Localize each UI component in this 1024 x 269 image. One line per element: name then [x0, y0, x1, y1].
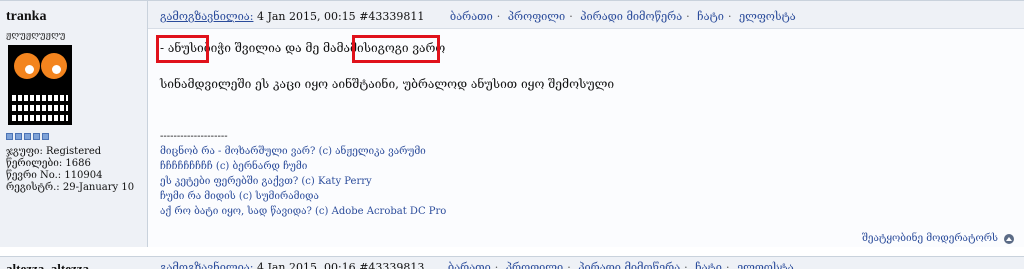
signature-divider: -------------------- — [160, 131, 228, 142]
post-header: გამოგზავნილია: 4 Jan 2015, 00:15 #433398… — [148, 1, 1024, 29]
rank-pip — [6, 133, 13, 140]
post-meta: გამოგზავნილია: 4 Jan 2015, 00:16 #433398… — [160, 261, 794, 269]
avatar-stripes — [8, 91, 72, 125]
user-posts: წერილები: 1686 — [6, 158, 91, 169]
user-group: ჯგუფი: Registered — [6, 146, 102, 157]
rank-pip — [33, 133, 40, 140]
forum-post: tranka ჟღუჟღუჟღუ ჯგუფი: Registered წერილ… — [0, 0, 1024, 247]
signature: -------------------- მიცნობ რა - მოხარშუ… — [160, 129, 446, 219]
link-card[interactable]: ბარათი — [450, 10, 493, 23]
report-moderator-link[interactable]: შეატყობინე მოდერატორს — [862, 233, 998, 244]
user-panel: tranka ჟღუჟღუჟღუ ჯგუფი: Registered წერილ… — [0, 1, 148, 247]
link-card[interactable]: ბარათი — [448, 261, 491, 269]
user-info: ჯგუფი: Registered წერილები: 1686 წევრი N… — [6, 146, 134, 194]
link-private-message[interactable]: პირადი მიმოწერა — [580, 10, 682, 23]
avatar — [8, 45, 72, 125]
highlight-box — [156, 35, 209, 63]
rank-pips — [6, 133, 49, 141]
user-title: ჟღუჟღუჟღუ — [6, 31, 66, 41]
link-email[interactable]: ელფოსტა — [739, 10, 796, 23]
scroll-top-icon[interactable] — [1004, 233, 1014, 244]
forum-post-next: altezza_altezza გამოგზავნილია: 4 Jan 201… — [0, 256, 1024, 269]
rank-pip — [42, 133, 49, 140]
link-chat[interactable]: ჩატი — [697, 10, 724, 23]
post-id[interactable]: #43339813 — [359, 261, 424, 269]
post-text-line2: სინამდვილეში ეს კაცი იყო აინშტაინი, უბრა… — [160, 77, 615, 91]
link-email[interactable]: ელფოსტა — [737, 261, 794, 269]
link-private-message[interactable]: პირადი მიმოწერა — [578, 261, 680, 269]
post-meta: გამოგზავნილია: 4 Jan 2015, 00:15 #433398… — [160, 10, 796, 23]
avatar-eye-left — [14, 53, 40, 79]
signature-line: ეს კეტები ფერებში გაქვთ? (c) Katy Perry — [160, 176, 372, 187]
post-datetime: 4 Jan 2015, 00:15 — [256, 10, 356, 23]
username[interactable]: tranka — [6, 9, 46, 25]
post-id[interactable]: #43339811 — [359, 10, 424, 23]
signature-line: ჩჩჩჩჩჩჩჩჩ (c) ბერნარდ ჩუმი — [160, 161, 308, 172]
user-registered: რეგისტრ.: 29-January 10 — [6, 182, 135, 193]
avatar-eye-right — [41, 53, 67, 79]
post-content: გამოგზავნილია: 4 Jan 2015, 00:15 #433398… — [148, 1, 1024, 247]
posted-label[interactable]: გამოგზავნილია: — [160, 10, 253, 23]
username[interactable]: altezza_altezza — [6, 261, 89, 269]
link-profile[interactable]: პროფილი — [506, 261, 563, 269]
signature-line: მიცნობ რა - მოხარშული ვარ? (c) ანჟელიკა … — [160, 146, 426, 157]
link-chat[interactable]: ჩატი — [695, 261, 722, 269]
user-number: წევრი No.: 110904 — [6, 170, 103, 181]
rank-pip — [15, 133, 22, 140]
link-profile[interactable]: პროფილი — [508, 10, 565, 23]
post-footer: შეატყობინე მოდერატორს — [862, 233, 1014, 244]
signature-line: აქ რო ბატი იყო, სად წავიდა? (c) Adobe Ac… — [160, 206, 447, 217]
highlight-box — [352, 35, 440, 63]
signature-line: ჩუმი რა მიდის (c) სუმირამიდა — [160, 191, 319, 202]
posted-label[interactable]: გამოგზავნილია: — [160, 261, 253, 269]
rank-pip — [24, 133, 31, 140]
post-datetime: 4 Jan 2015, 00:16 — [256, 261, 356, 269]
